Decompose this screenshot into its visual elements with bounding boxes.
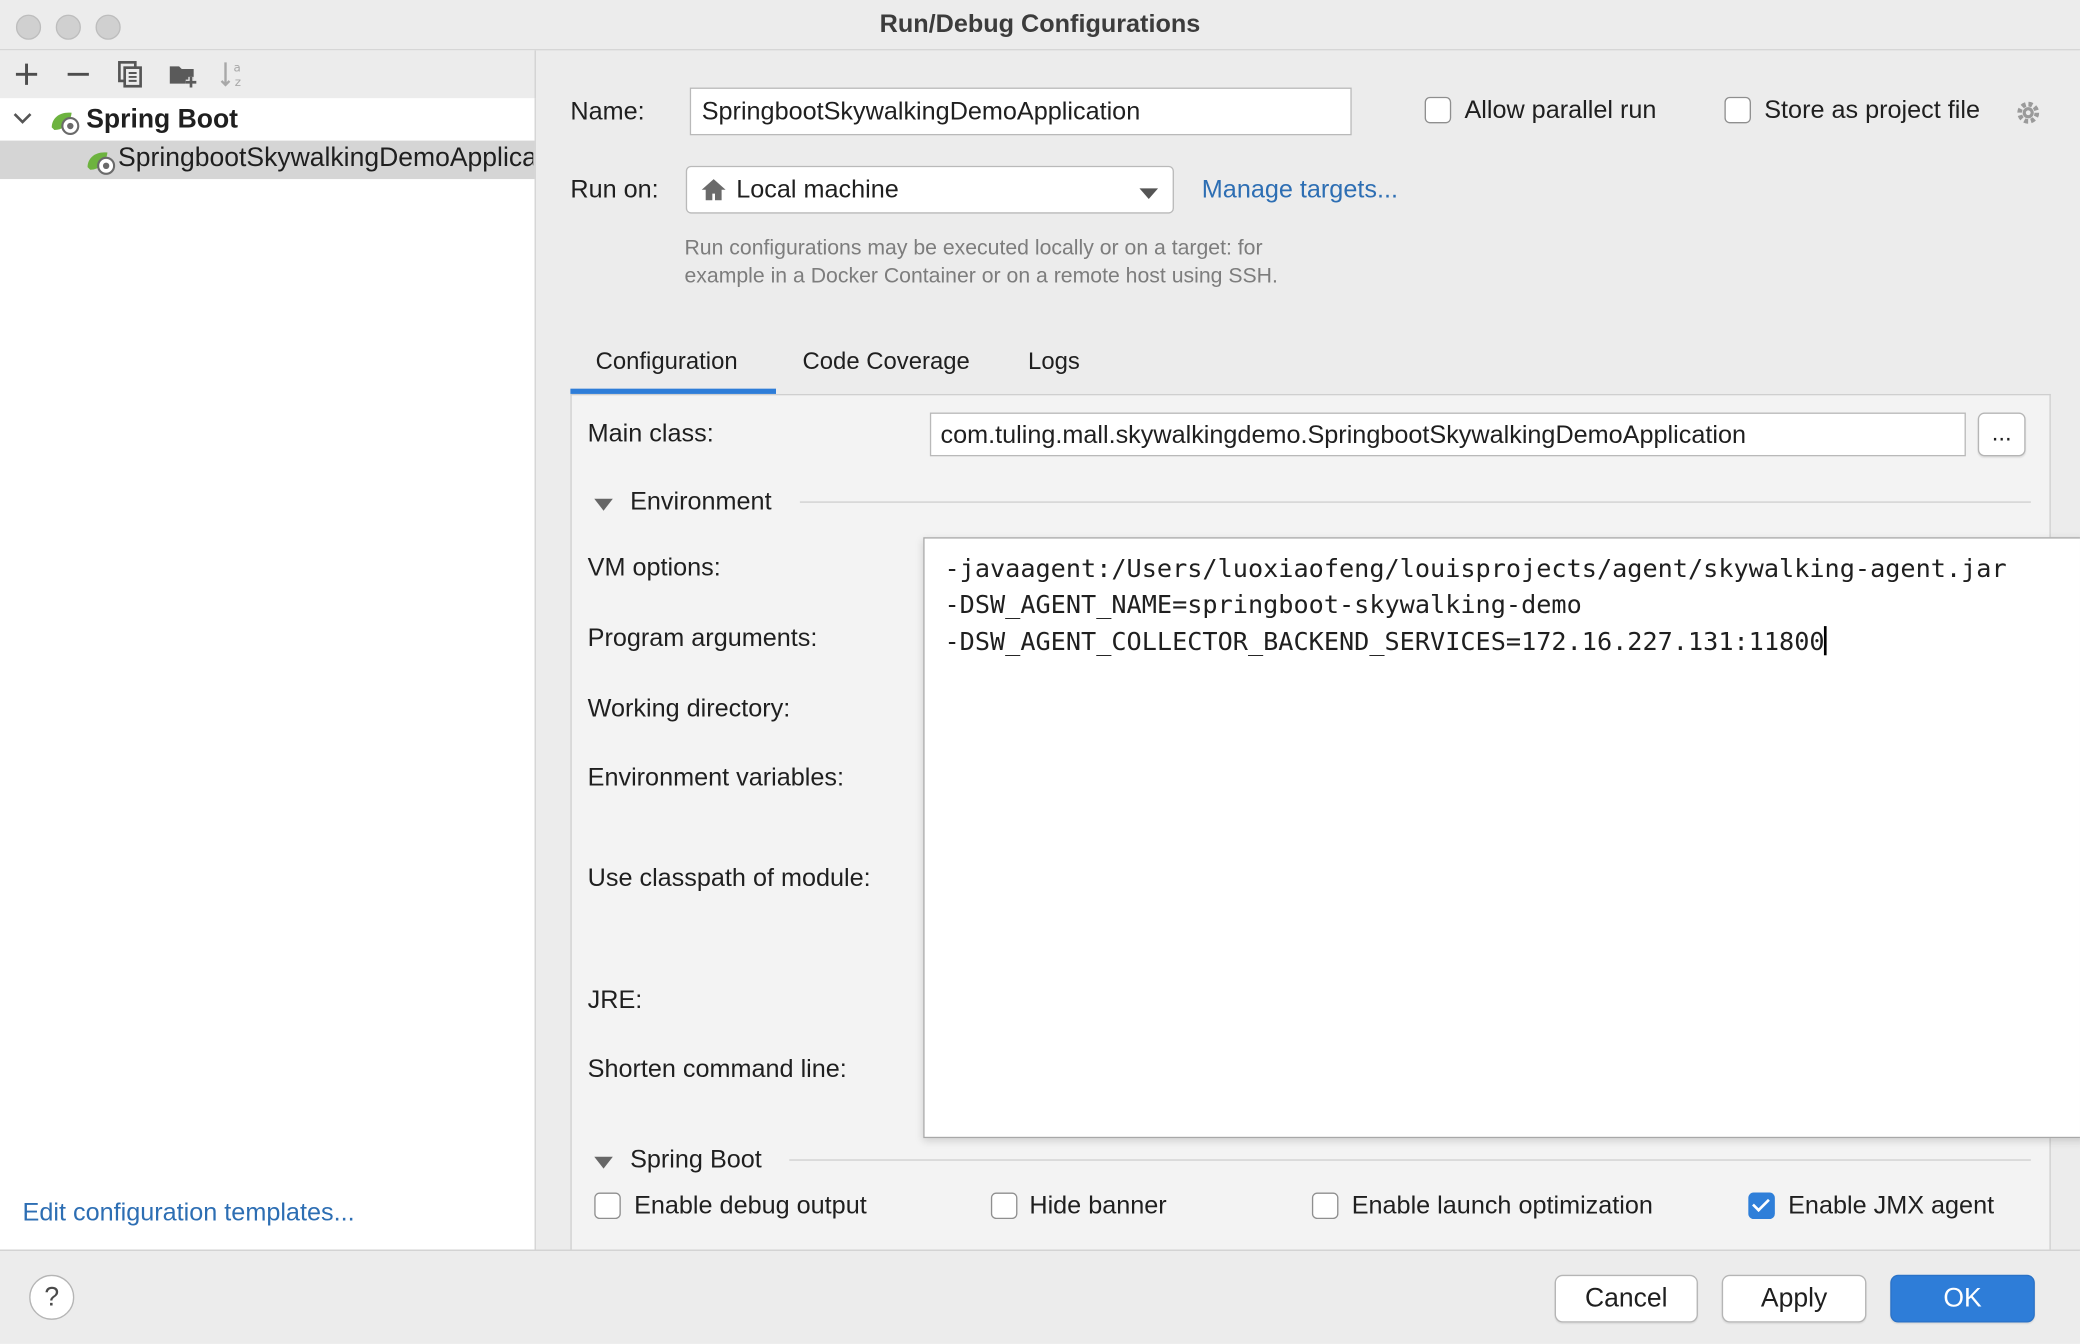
spring-boot-separator	[789, 1159, 2031, 1161]
use-classpath-of-module-label: Use classpath of module:	[587, 864, 871, 893]
vm-options-line-3: -DSW_AGENT_COLLECTOR_BACKEND_SERVICES=17…	[944, 627, 1825, 657]
spring-boot-app-icon	[84, 146, 118, 178]
name-field-value: SpringbootSkywalkingDemoApplication	[701, 98, 1141, 127]
tab-code-coverage[interactable]: Code Coverage	[803, 348, 970, 376]
run-on-select[interactable]: Local machine	[685, 165, 1174, 214]
remove-icon[interactable]	[62, 58, 94, 90]
home-icon	[700, 178, 727, 202]
run-debug-configurations-window: Run/Debug Configurations az Spring Boot …	[0, 0, 2080, 1344]
shorten-command-line-label: Shorten command line:	[587, 1055, 847, 1084]
hide-banner-checkbox[interactable]	[990, 1192, 1018, 1220]
tab-configuration[interactable]: Configuration	[596, 348, 738, 376]
main-class-label: Main class:	[587, 420, 714, 449]
allow-parallel-run-label: Allow parallel run	[1464, 96, 1657, 125]
copy-icon[interactable]	[114, 58, 146, 90]
configuration-tree-panel	[0, 50, 536, 1250]
sort-alphabetically-icon[interactable]: az	[218, 58, 250, 90]
text-caret	[1824, 626, 1827, 656]
enable-debug-output-checkbox[interactable]	[594, 1192, 621, 1220]
spring-boot-section-title: Spring Boot	[630, 1146, 762, 1174]
tree-group-spring-boot[interactable]: Spring Boot	[86, 105, 238, 136]
jre-label: JRE:	[587, 986, 643, 1015]
hide-banner-label: Hide banner	[1029, 1192, 1167, 1221]
allow-parallel-run-checkbox[interactable]	[1424, 96, 1452, 124]
enable-jmx-agent-checkbox[interactable]	[1748, 1192, 1775, 1220]
name-field[interactable]: SpringbootSkywalkingDemoApplication	[689, 87, 1352, 136]
program-arguments-label: Program arguments:	[587, 624, 818, 653]
browse-main-class-button[interactable]: ...	[1977, 412, 2026, 457]
working-directory-label: Working directory:	[587, 695, 791, 723]
tree-item-label: SpringbootSkywalkingDemoApplication	[118, 143, 533, 173]
ok-button[interactable]: OK	[1890, 1274, 2035, 1323]
run-on-value: Local machine	[736, 176, 899, 205]
vm-options-editor[interactable]: -javaagent:/Users/luoxiaofeng/louisproje…	[923, 537, 2080, 1139]
manage-targets-link[interactable]: Manage targets...	[1202, 176, 1398, 205]
vm-options-line-2: -DSW_AGENT_NAME=springboot-skywalking-de…	[944, 590, 1582, 620]
main-class-field[interactable]: com.tuling.mall.skywalkingdemo.Springboo…	[929, 412, 1966, 457]
vm-options-line-3-wrapper: -DSW_AGENT_COLLECTOR_BACKEND_SERVICES=17…	[944, 626, 1827, 657]
main-class-value: com.tuling.mall.skywalkingdemo.Springboo…	[940, 421, 1746, 450]
dropdown-arrow-icon	[1138, 183, 1159, 199]
apply-button[interactable]: Apply	[1721, 1274, 1867, 1323]
vm-options-line-1: -javaagent:/Users/luoxiaofeng/louisproje…	[944, 554, 2007, 584]
environment-section-title: Environment	[630, 488, 772, 517]
window-title: Run/Debug Configurations	[879, 10, 1201, 39]
svg-text:a: a	[233, 61, 240, 75]
enable-debug-output-label: Enable debug output	[634, 1192, 867, 1221]
svg-text:z: z	[235, 75, 241, 89]
environment-variables-label: Environment variables:	[587, 764, 845, 792]
environment-separator	[799, 501, 2031, 503]
gear-icon[interactable]	[2014, 98, 2043, 127]
run-on-label: Run on:	[570, 176, 659, 205]
spring-boot-collapse-icon[interactable]	[593, 1153, 614, 1169]
tree-item-springboot-app[interactable]: SpringbootSkywalkingDemoApplication	[118, 143, 533, 177]
tab-logs[interactable]: Logs	[1028, 348, 1080, 376]
chevron-down-icon[interactable]	[11, 106, 35, 130]
enable-jmx-agent-label: Enable JMX agent	[1788, 1192, 1995, 1221]
spring-boot-icon	[48, 106, 82, 138]
run-on-hint-line-2: example in a Docker Container or on a re…	[684, 265, 1278, 288]
cancel-button[interactable]: Cancel	[1554, 1274, 1698, 1323]
store-as-project-file-label: Store as project file	[1764, 96, 1980, 125]
help-button[interactable]: ?	[29, 1274, 75, 1320]
run-on-hint-line-1: Run configurations may be executed local…	[684, 237, 1263, 260]
vm-options-label: VM options:	[587, 554, 721, 583]
edit-configuration-templates-link[interactable]: Edit configuration templates...	[23, 1199, 355, 1228]
enable-launch-optimization-label: Enable launch optimization	[1351, 1192, 1653, 1221]
new-folder-icon[interactable]	[167, 58, 199, 90]
store-as-project-file-checkbox[interactable]	[1724, 96, 1751, 124]
environment-collapse-icon[interactable]	[593, 495, 614, 511]
enable-launch-optimization-checkbox[interactable]	[1311, 1192, 1339, 1220]
name-label: Name:	[570, 98, 645, 127]
add-icon[interactable]	[11, 58, 43, 90]
